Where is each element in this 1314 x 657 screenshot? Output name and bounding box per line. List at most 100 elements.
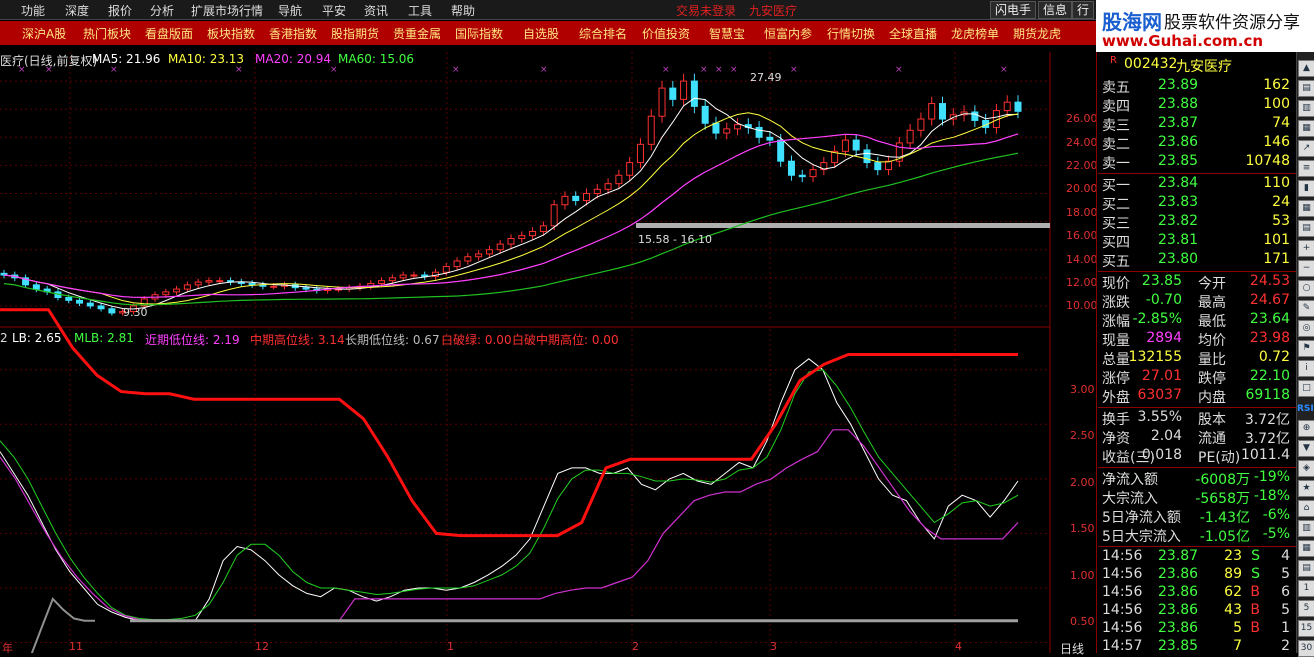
candle-body bbox=[874, 162, 882, 171]
logo-slogan: 股票软件资源分享 bbox=[1164, 13, 1300, 33]
candle-body bbox=[65, 297, 73, 301]
nav-dragon-tiger[interactable]: 龙虎榜单 bbox=[951, 25, 999, 42]
logo-name: 股海网 bbox=[1102, 10, 1162, 34]
toolbar-list-icon[interactable]: ≡ bbox=[1298, 160, 1314, 177]
info-button[interactable]: 信息 bbox=[1038, 1, 1073, 19]
nav-internal-ref[interactable]: 恒富内参 bbox=[764, 25, 812, 42]
toolbar-fifteen-icon[interactable]: 15 bbox=[1298, 620, 1314, 637]
nav-value-invest[interactable]: 价值投资 bbox=[642, 25, 690, 42]
stock-chart[interactable]: × × × × × × × × × × × × × × bbox=[0, 52, 1098, 653]
menu-item-pingan[interactable]: 平安 bbox=[322, 2, 346, 19]
toolbar-shop-icon[interactable]: ◈ bbox=[1298, 460, 1314, 477]
toolbar-down-icon[interactable]: ▼ bbox=[1298, 440, 1314, 457]
stat-label-2: 均价 bbox=[1198, 333, 1226, 349]
stat-value: 63037 bbox=[1137, 387, 1182, 403]
nav-switch-quote[interactable]: 行情切换 bbox=[827, 25, 875, 42]
bid-label: 买四 bbox=[1102, 235, 1130, 251]
candle-body bbox=[162, 291, 170, 296]
nav-hot-sectors[interactable]: 热门板块 bbox=[83, 25, 131, 42]
nav-precious-metals[interactable]: 贵重金属 bbox=[393, 25, 441, 42]
tick-time: 14:56 bbox=[1102, 620, 1143, 636]
toolbar-minus-icon[interactable]: − bbox=[1298, 260, 1314, 277]
toolbar-trend-icon[interactable]: ↗ bbox=[1298, 140, 1314, 157]
toolbar-star-icon[interactable]: ★ bbox=[1298, 480, 1314, 497]
nav-sector-index[interactable]: 板块指数 bbox=[207, 25, 255, 42]
nav-futures-dragon[interactable]: 期货龙虎 bbox=[1013, 25, 1061, 42]
ask-label: 卖一 bbox=[1102, 156, 1130, 172]
toolbar-chart2-icon[interactable]: ▥ bbox=[1298, 520, 1314, 537]
flow-label: 大宗流入 bbox=[1102, 491, 1158, 507]
bid-volume: 101 bbox=[1263, 232, 1290, 248]
candle-body bbox=[615, 174, 623, 185]
toolbar-cal-icon[interactable]: ▦ bbox=[1298, 540, 1314, 557]
candle-body bbox=[248, 282, 256, 286]
stat-label: 现量 bbox=[1102, 333, 1130, 349]
toolbar-kline-icon[interactable]: ▤ bbox=[1298, 80, 1314, 97]
period-tab[interactable]: 日线 bbox=[1060, 640, 1084, 657]
toolbar-home-icon[interactable]: ⌂ bbox=[1298, 500, 1314, 517]
nav-ranking[interactable]: 综合排名 bbox=[579, 25, 627, 42]
flash-trade-button[interactable]: 闪电手 bbox=[990, 1, 1037, 19]
flow-pct: -19% bbox=[1253, 469, 1290, 485]
candle-body bbox=[777, 139, 785, 162]
menu-item-analysis[interactable]: 分析 bbox=[150, 2, 174, 19]
toolbar-box-icon[interactable]: □ bbox=[1298, 380, 1314, 397]
nav-watchlist[interactable]: 自选股 bbox=[523, 25, 559, 42]
fin-value-2: 3.72亿 bbox=[1244, 412, 1290, 428]
candle-body bbox=[518, 235, 526, 239]
toolbar-info-icon[interactable]: i bbox=[1298, 360, 1314, 377]
menu-item-help[interactable]: 帮助 bbox=[451, 2, 475, 19]
menu-item-depth[interactable]: 深度 bbox=[65, 2, 89, 19]
ask-row: 卖四 23.88 100 bbox=[1098, 96, 1294, 115]
toolbar-one-icon[interactable]: 1 bbox=[1298, 580, 1314, 597]
flow-label: 5日净流入额 bbox=[1102, 510, 1181, 526]
nav-wisdom[interactable]: 智慧宝 bbox=[709, 25, 745, 42]
toolbar-circle-icon[interactable]: ◎ bbox=[1298, 320, 1314, 337]
ask-volume: 162 bbox=[1263, 77, 1290, 93]
nav-sh-sz-a[interactable]: 深沪A股 bbox=[22, 25, 66, 42]
toolbar-pen-icon[interactable]: ✎ bbox=[1298, 300, 1314, 317]
near-low-line bbox=[0, 429, 1019, 622]
y-tick-24: 24.00 bbox=[1066, 136, 1098, 149]
menu-item-function[interactable]: 功能 bbox=[21, 2, 45, 19]
stat-label-2: 最高 bbox=[1198, 295, 1226, 311]
function-nav-bar: 深沪A股 热门板块 看盘版面 板块指数 香港指数 股指期货 贵重金属 国际指数 … bbox=[0, 21, 1096, 45]
menu-item-tools[interactable]: 工具 bbox=[408, 2, 432, 19]
toolbar-thirty-icon[interactable]: 30 bbox=[1298, 640, 1314, 657]
ask-volume: 100 bbox=[1263, 96, 1290, 112]
ask-row: 卖五 23.89 162 bbox=[1098, 77, 1294, 96]
toolbar-up-icon[interactable]: ▲ bbox=[1298, 60, 1314, 77]
ma10-line bbox=[3, 112, 1019, 305]
toolbar-table-icon[interactable]: ▤ bbox=[1298, 220, 1314, 237]
toolbar-zoom-icon[interactable]: ○ bbox=[1298, 280, 1314, 297]
toolbar-candle-icon[interactable]: ▥ bbox=[1298, 100, 1314, 117]
toolbar-chart-icon[interactable]: ▦ bbox=[1298, 120, 1314, 137]
menu-item-extended-market[interactable]: 扩展市场行情 bbox=[191, 2, 263, 19]
candle-body bbox=[841, 139, 849, 152]
nav-hk-index[interactable]: 香港指数 bbox=[269, 25, 317, 42]
toolbar-doc-icon[interactable]: ▤ bbox=[1298, 560, 1314, 577]
toolbar-target-icon[interactable]: ⊕ bbox=[1298, 420, 1314, 437]
toolbar-five-icon[interactable]: 5 bbox=[1298, 600, 1314, 617]
candle-body bbox=[885, 160, 893, 171]
toolbar-flag-icon[interactable]: ⚑ bbox=[1298, 340, 1314, 357]
x-tick-1: 1 bbox=[447, 640, 454, 653]
nav-global-live[interactable]: 全球直播 bbox=[889, 25, 937, 42]
nav-layout[interactable]: 看盘版面 bbox=[145, 25, 193, 42]
row-button[interactable]: 行 bbox=[1072, 1, 1095, 19]
menu-item-navigate[interactable]: 导航 bbox=[278, 2, 302, 19]
nav-stock-futures[interactable]: 股指期货 bbox=[331, 25, 379, 42]
toolbar-grid-icon[interactable]: ▦ bbox=[1298, 200, 1314, 217]
toolbar-bar-icon[interactable]: ▮ bbox=[1298, 180, 1314, 197]
menu-item-news[interactable]: 资讯 bbox=[364, 2, 388, 19]
trade-status[interactable]: 交易未登录 bbox=[676, 2, 736, 19]
menu-item-quote[interactable]: 报价 bbox=[108, 2, 132, 19]
toolbar-plus-icon[interactable]: + bbox=[1298, 240, 1314, 257]
tick-time: 14:56 bbox=[1102, 566, 1143, 582]
fin-value-2: 1011.4 bbox=[1241, 447, 1290, 463]
tick-time: 14:56 bbox=[1102, 602, 1143, 618]
nav-intl-index[interactable]: 国际指数 bbox=[455, 25, 503, 42]
tick-count: 5 bbox=[1281, 566, 1290, 582]
toolbar-rsi-label[interactable]: RSI bbox=[1297, 404, 1314, 414]
ask-row: 卖三 23.87 74 bbox=[1098, 115, 1294, 134]
